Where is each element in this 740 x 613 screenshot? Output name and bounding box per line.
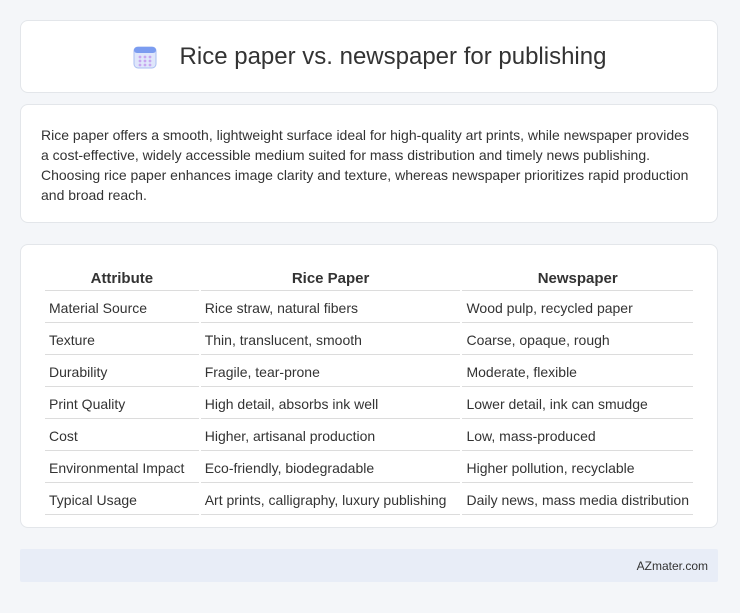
table-cell-rice-paper: High detail, absorbs ink well xyxy=(200,389,461,419)
comparison-table-card: Attribute Rice Paper Newspaper Material … xyxy=(20,244,718,528)
table-cell-rice-paper: Eco-friendly, biodegradable xyxy=(200,453,461,483)
table-cell-attribute: Typical Usage xyxy=(45,485,199,515)
table-row: Print Quality High detail, absorbs ink w… xyxy=(45,389,693,419)
calendar-icon xyxy=(133,46,157,68)
table-cell-rice-paper: Art prints, calligraphy, luxury publishi… xyxy=(200,485,461,515)
footer-brand: AZmater.com xyxy=(636,558,708,573)
table-cell-newspaper: Low, mass-produced xyxy=(462,421,693,451)
summary-card: Rice paper offers a smooth, lightweight … xyxy=(20,104,718,223)
table-cell-attribute: Texture xyxy=(45,325,199,355)
comparison-table: Attribute Rice Paper Newspaper Material … xyxy=(43,265,695,517)
table-cell-attribute: Material Source xyxy=(45,293,199,323)
table-cell-attribute: Environmental Impact xyxy=(45,453,199,483)
table-cell-rice-paper: Thin, translucent, smooth xyxy=(200,325,461,355)
header-rice-paper: Rice Paper xyxy=(200,267,461,291)
footer-bar: AZmater.com xyxy=(20,549,718,582)
summary-text: Rice paper offers a smooth, lightweight … xyxy=(41,127,689,203)
table-row: Texture Thin, translucent, smooth Coarse… xyxy=(45,325,693,355)
table-cell-newspaper: Wood pulp, recycled paper xyxy=(462,293,693,323)
table-row: Durability Fragile, tear-prone Moderate,… xyxy=(45,357,693,387)
title-card: Rice paper vs. newspaper for publishing xyxy=(20,20,718,93)
table-cell-rice-paper: Fragile, tear-prone xyxy=(200,357,461,387)
table-row: Typical Usage Art prints, calligraphy, l… xyxy=(45,485,693,515)
table-cell-newspaper: Daily news, mass media distribution xyxy=(462,485,693,515)
table-cell-newspaper: Higher pollution, recyclable xyxy=(462,453,693,483)
table-cell-newspaper: Moderate, flexible xyxy=(462,357,693,387)
table-header-row: Attribute Rice Paper Newspaper xyxy=(45,267,693,291)
table-row: Material Source Rice straw, natural fibe… xyxy=(45,293,693,323)
table-row: Environmental Impact Eco-friendly, biode… xyxy=(45,453,693,483)
header-newspaper: Newspaper xyxy=(462,267,693,291)
table-cell-newspaper: Lower detail, ink can smudge xyxy=(462,389,693,419)
table-cell-rice-paper: Rice straw, natural fibers xyxy=(200,293,461,323)
table-cell-newspaper: Coarse, opaque, rough xyxy=(462,325,693,355)
page-title: Rice paper vs. newspaper for publishing xyxy=(179,42,607,70)
table-cell-attribute: Durability xyxy=(45,357,199,387)
table-cell-attribute: Print Quality xyxy=(45,389,199,419)
table-cell-attribute: Cost xyxy=(45,421,199,451)
table-row: Cost Higher, artisanal production Low, m… xyxy=(45,421,693,451)
table-cell-rice-paper: Higher, artisanal production xyxy=(200,421,461,451)
header-attribute: Attribute xyxy=(45,267,199,291)
